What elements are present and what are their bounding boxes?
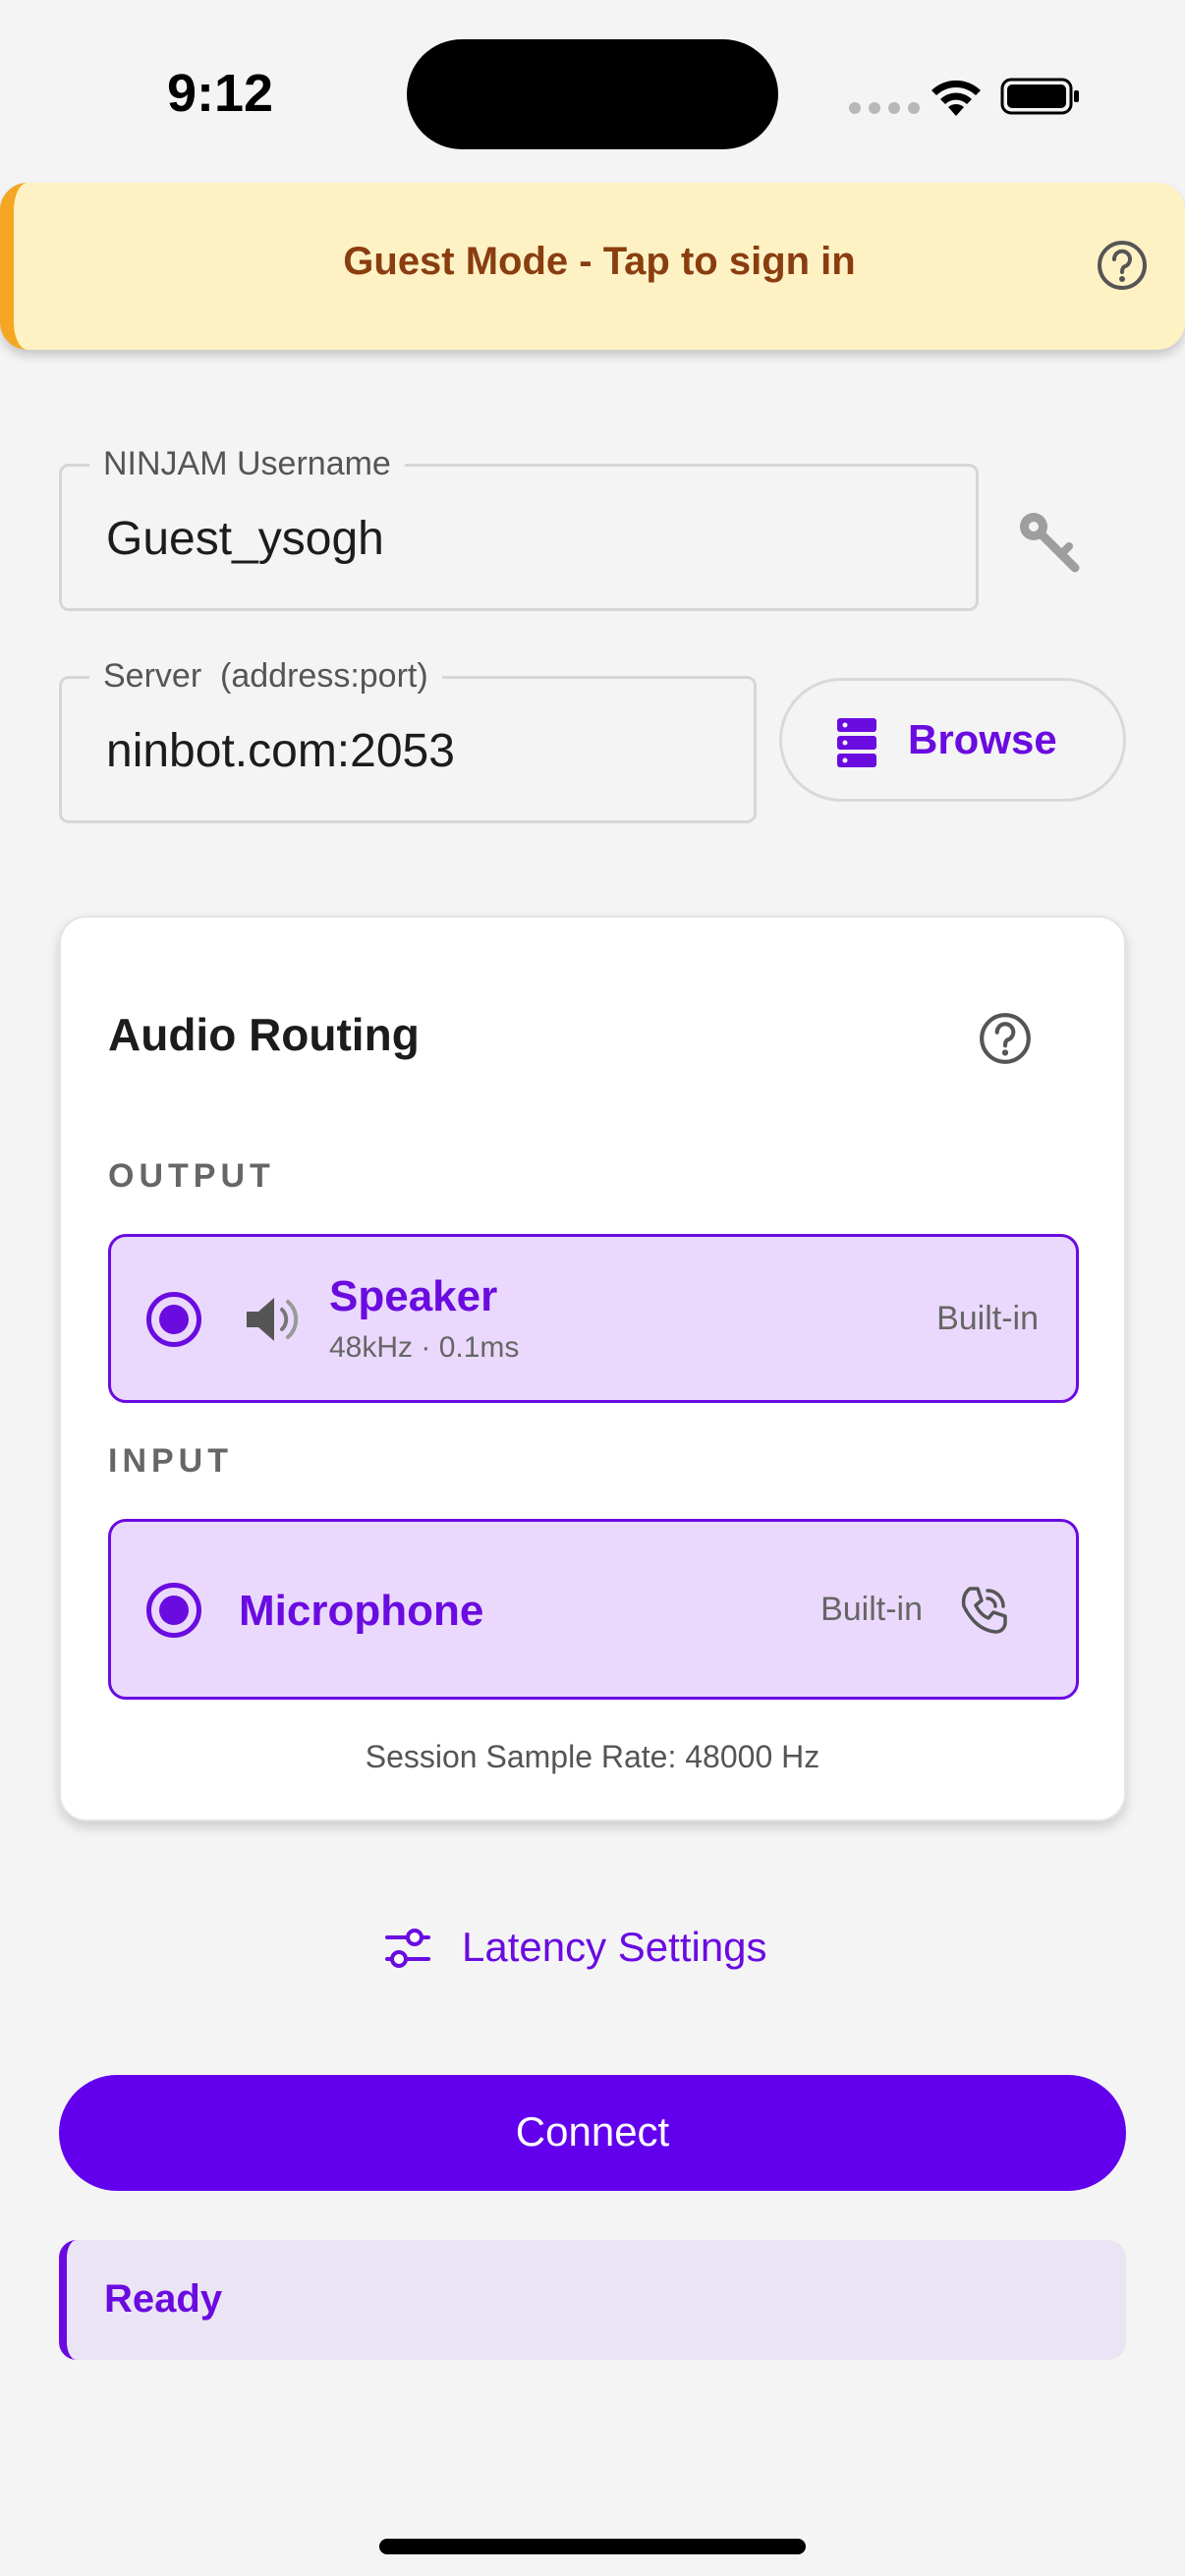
output-device-speaker[interactable]: Speaker 48kHz · 0.1ms Built-in: [108, 1234, 1079, 1403]
output-device-detail: 48kHz · 0.1ms: [329, 1331, 520, 1364]
battery-icon: [1000, 78, 1079, 115]
connect-label: Connect: [515, 2108, 670, 2155]
status-time: 9:12: [167, 64, 274, 123]
output-device-tag: Built-in: [936, 1300, 1039, 1337]
status-bar: 9:12: [0, 0, 1185, 177]
audio-routing-card: Audio Routing OUTPUT Speaker 48kHz · 0.1…: [59, 916, 1126, 1821]
server-field[interactable]: Server (address:port) ninbot.com:2053: [59, 657, 757, 823]
input-device-name: Microphone: [239, 1587, 484, 1635]
output-radio[interactable]: [146, 1292, 201, 1347]
username-label: NINJAM Username: [89, 445, 405, 483]
input-section-label: INPUT: [108, 1442, 233, 1480]
input-device-tag: Built-in: [820, 1591, 923, 1628]
help-circle-icon[interactable]: [977, 1010, 1034, 1067]
latency-settings-button[interactable]: Latency Settings: [383, 1918, 806, 1981]
output-device-name: Speaker: [329, 1272, 498, 1320]
status-text: Ready: [104, 2277, 223, 2321]
server-value[interactable]: ninbot.com:2053: [106, 724, 455, 778]
server-list-icon: [837, 718, 876, 767]
browse-button[interactable]: Browse: [779, 678, 1126, 802]
key-icon[interactable]: [1012, 505, 1083, 576]
connect-button[interactable]: Connect: [59, 2075, 1126, 2191]
dynamic-island: [407, 39, 778, 149]
username-value[interactable]: Guest_ysogh: [106, 512, 384, 566]
help-circle-icon[interactable]: [1095, 238, 1150, 293]
username-field[interactable]: NINJAM Username Guest_ysogh: [59, 445, 979, 611]
wifi-icon: [931, 80, 981, 116]
home-indicator[interactable]: [379, 2539, 806, 2554]
session-sample-rate: Session Sample Rate: 48000 Hz: [365, 1739, 820, 1774]
cellular-signal-icon: [849, 102, 920, 114]
sliders-icon: [385, 1929, 430, 1968]
phone-icon: [961, 1587, 1007, 1634]
input-radio[interactable]: [146, 1583, 201, 1638]
connection-status: Ready: [59, 2240, 1126, 2360]
audio-routing-title: Audio Routing: [108, 1009, 420, 1060]
output-section-label: OUTPUT: [108, 1157, 275, 1195]
latency-settings-label: Latency Settings: [462, 1924, 767, 1970]
browse-label: Browse: [908, 716, 1057, 762]
guest-mode-text: Guest Mode - Tap to sign in: [343, 240, 856, 283]
server-label: Server (address:port): [89, 657, 442, 696]
speaker-icon: [247, 1298, 299, 1341]
guest-mode-banner[interactable]: Guest Mode - Tap to sign in: [0, 183, 1185, 350]
input-device-microphone[interactable]: Microphone Built-in: [108, 1519, 1079, 1700]
